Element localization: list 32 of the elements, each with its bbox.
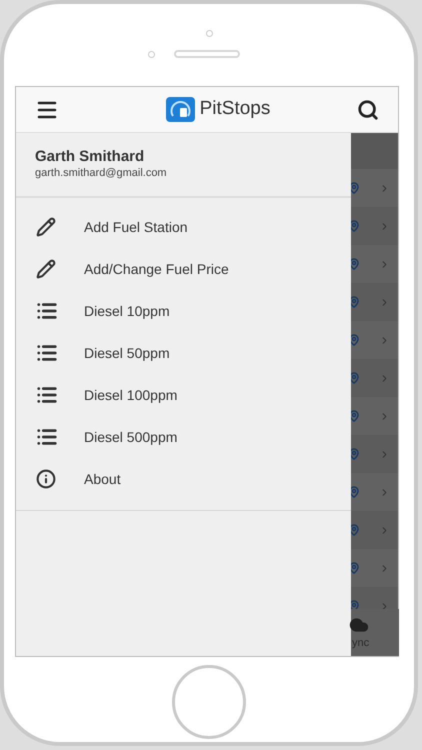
app-title: PitStops	[200, 97, 270, 122]
map-pin-icon	[351, 220, 360, 232]
pencil-icon	[36, 259, 56, 279]
speaker-slot	[174, 50, 240, 58]
map-pin-icon	[351, 524, 360, 536]
map-pin-icon	[351, 372, 360, 384]
drawer-menu-item[interactable]: Add/Change Fuel Price	[16, 248, 351, 290]
list-icon	[36, 300, 58, 322]
map-pin-icon	[351, 296, 360, 308]
map-pin-icon	[351, 486, 360, 498]
drawer-menu-item[interactable]: Diesel 100ppm	[16, 374, 351, 416]
list-icon	[36, 384, 58, 406]
map-pin-icon	[351, 448, 360, 460]
map-pin-icon	[351, 600, 360, 612]
drawer-menu-item[interactable]: About	[16, 458, 351, 500]
drawer-menu-item[interactable]: Diesel 500ppm	[16, 416, 351, 458]
user-email: garth.smithard@gmail.com	[35, 166, 168, 180]
user-name: Garth Smithard	[35, 148, 146, 166]
map-pin-icon	[351, 334, 360, 346]
pencil-icon	[36, 217, 56, 237]
drawer-menu-item[interactable]: Add Fuel Station	[16, 206, 351, 248]
list-icon	[36, 342, 58, 364]
info-icon	[36, 469, 56, 489]
map-pin-icon	[351, 562, 360, 574]
drawer-menu-item[interactable]: Diesel 50ppm	[16, 332, 351, 374]
search-icon[interactable]	[356, 98, 379, 120]
list-icon	[36, 426, 58, 448]
map-pin-icon	[351, 182, 360, 194]
gauge-logo-icon	[166, 97, 195, 122]
map-pin-icon	[351, 258, 360, 270]
drawer-menu-item[interactable]: Diesel 10ppm	[16, 290, 351, 332]
map-pin-icon	[351, 410, 360, 422]
